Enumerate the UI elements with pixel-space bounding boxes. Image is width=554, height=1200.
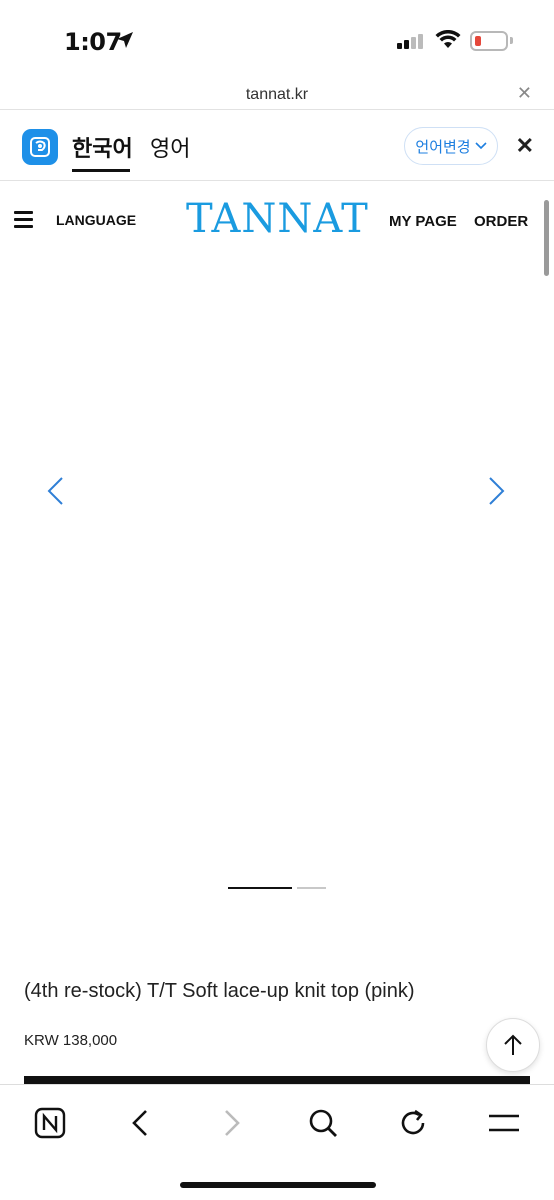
- arrow-up-icon: [504, 1034, 522, 1055]
- cellular-signal-icon: [397, 33, 425, 49]
- product-title: (4th re-stock) T/T Soft lace-up knit top…: [24, 980, 415, 1002]
- url-bar[interactable]: tannat.kr ✕: [0, 80, 554, 110]
- active-tab-underline: [72, 169, 130, 172]
- papago-icon[interactable]: [22, 129, 58, 165]
- location-arrow-icon: [117, 32, 133, 48]
- buy-button-bar[interactable]: [24, 1076, 530, 1084]
- home-indicator: [180, 1182, 376, 1188]
- menu-icon[interactable]: [484, 1103, 524, 1143]
- search-icon[interactable]: [303, 1103, 343, 1143]
- change-language-label: 언어변경: [415, 137, 471, 156]
- hamburger-menu-icon[interactable]: [14, 211, 33, 232]
- site-logo[interactable]: TANNAT: [186, 196, 369, 242]
- translate-bar: 한국어 영어 언어변경 ✕: [0, 111, 554, 181]
- back-icon[interactable]: [120, 1103, 160, 1143]
- slide-indicator-active[interactable]: [228, 887, 292, 889]
- wifi-icon: [435, 30, 461, 48]
- tab-source-language[interactable]: 한국어: [72, 131, 133, 163]
- tab-target-language[interactable]: 영어: [150, 131, 190, 163]
- battery-tip: [510, 37, 513, 44]
- url-text[interactable]: tannat.kr: [0, 86, 554, 104]
- battery-level-fill: [475, 36, 481, 46]
- close-icon[interactable]: ✕: [517, 83, 532, 104]
- close-translate-button[interactable]: ✕: [516, 133, 534, 159]
- product-price: KRW 138,000: [24, 1032, 118, 1049]
- scroll-to-top-button[interactable]: [486, 1018, 540, 1072]
- forward-icon: [212, 1103, 252, 1143]
- reload-icon[interactable]: [393, 1103, 433, 1143]
- order-link[interactable]: ORDER: [474, 213, 528, 230]
- my-page-link[interactable]: MY PAGE: [389, 213, 457, 230]
- language-link[interactable]: LANGUAGE: [56, 212, 136, 228]
- chevron-down-icon: [475, 142, 487, 150]
- battery-icon: [470, 31, 508, 51]
- site-header: LANGUAGE TANNAT MY PAGE ORDER: [0, 182, 554, 260]
- chevron-right-icon[interactable]: [488, 476, 506, 506]
- naver-home-icon[interactable]: [30, 1103, 70, 1143]
- chevron-left-icon[interactable]: [46, 476, 64, 506]
- product-image[interactable]: [24, 182, 530, 842]
- change-language-button[interactable]: 언어변경: [404, 127, 498, 165]
- status-bar: 1:07: [0, 0, 554, 80]
- status-time: 1:07: [64, 28, 122, 56]
- pink-knit-top-photo: [122, 255, 434, 650]
- slide-indicator[interactable]: [297, 887, 326, 889]
- page-scrollbar[interactable]: [544, 200, 549, 276]
